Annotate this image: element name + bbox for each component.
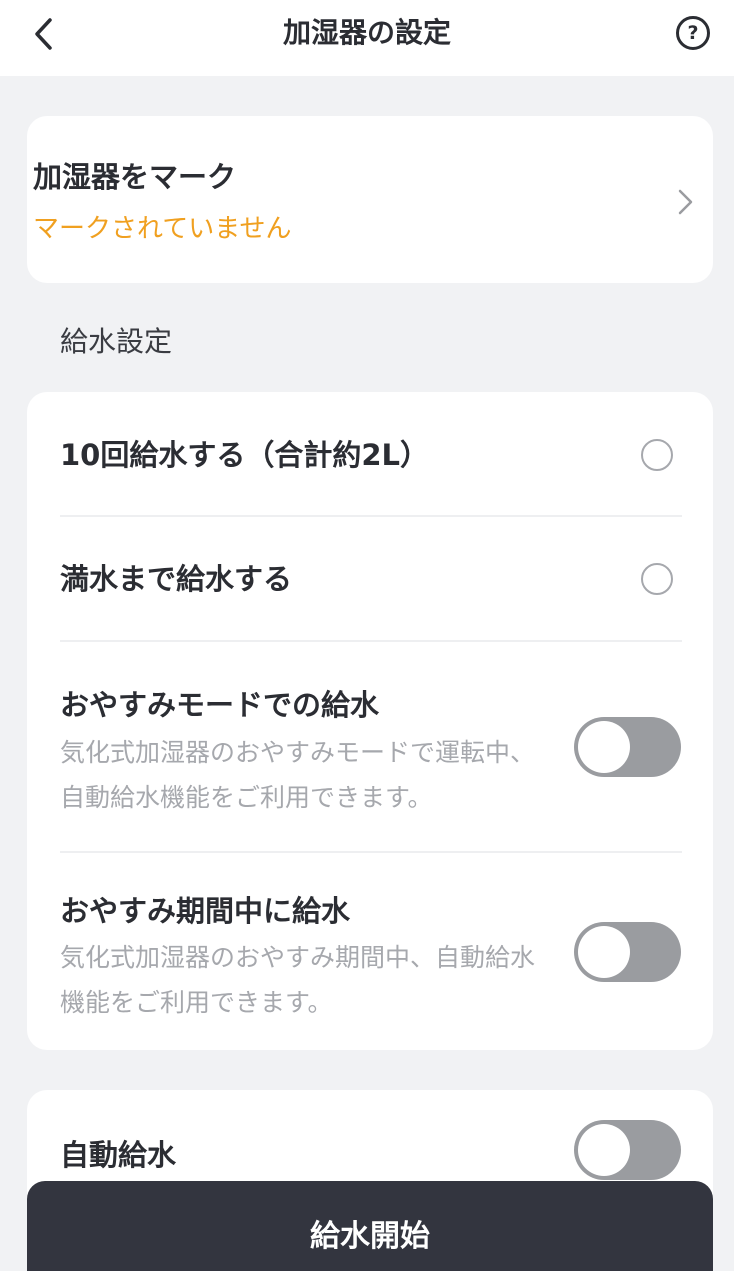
auto-water-label: 自動給水 bbox=[60, 1138, 177, 1172]
start-water-button-label: 給水開始 bbox=[310, 1219, 430, 1254]
sleep-mode-water-description: 気化式加湿器のおやすみモードで運転中、自動給水機能をご利用できます。 bbox=[60, 738, 536, 812]
mark-humidifier-card[interactable] bbox=[27, 116, 713, 283]
question-circle-icon: ? bbox=[687, 22, 699, 44]
start-water-button[interactable]: 給水開始 bbox=[27, 1181, 713, 1271]
top-nav-bar: 加湿器の設定 ? bbox=[0, 0, 734, 76]
option-10-times-label: 10回給水する（合計約2L） bbox=[60, 438, 430, 472]
divider bbox=[60, 851, 682, 853]
sleep-mode-water-label: おやすみモードでの給水 bbox=[60, 688, 380, 722]
sleep-period-water-toggle[interactable] bbox=[574, 922, 681, 982]
water-settings-section-label: 給水設定 bbox=[60, 325, 173, 358]
mark-status-text: マークされていません bbox=[33, 214, 292, 244]
sleep-period-water-description: 気化式加湿器のおやすみ期間中、自動給水機能をご利用できます。 bbox=[60, 943, 536, 1017]
auto-water-toggle[interactable] bbox=[574, 1120, 681, 1180]
help-button[interactable]: ? bbox=[676, 16, 710, 50]
sleep-mode-water-toggle[interactable] bbox=[574, 717, 681, 777]
toggle-knob bbox=[578, 1124, 630, 1176]
sleep-period-water-label: おやすみ期間中に給水 bbox=[60, 894, 351, 928]
option-10-times-radio[interactable] bbox=[641, 439, 673, 471]
toggle-knob bbox=[578, 721, 630, 773]
chevron-right-icon bbox=[678, 189, 693, 215]
toggle-knob bbox=[578, 926, 630, 978]
divider bbox=[60, 640, 682, 642]
page-title: 加湿器の設定 bbox=[282, 16, 451, 49]
divider bbox=[60, 515, 682, 517]
option-full-tank-radio[interactable] bbox=[641, 563, 673, 595]
option-full-tank-label: 満水まで給水する bbox=[60, 562, 293, 596]
mark-humidifier-title: 加湿器をマーク bbox=[33, 160, 237, 194]
